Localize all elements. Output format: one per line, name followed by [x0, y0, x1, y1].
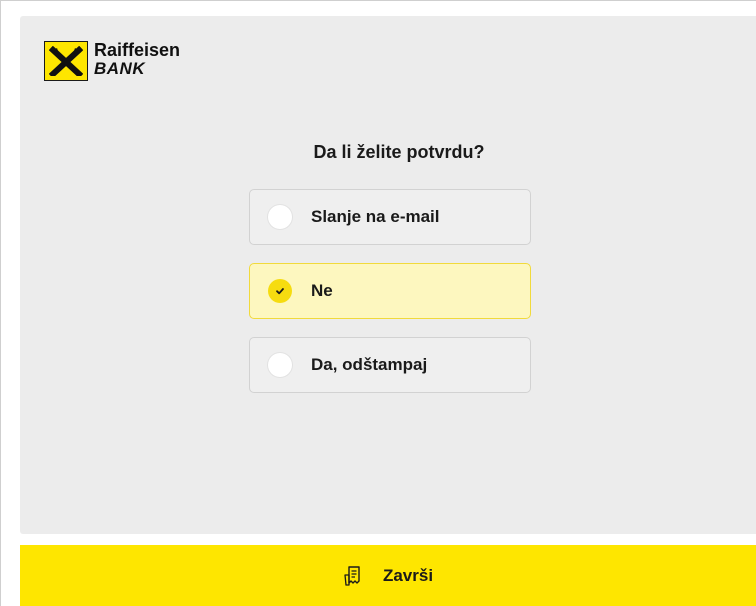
option-label: Slanje na e-mail — [311, 207, 440, 226]
option-no[interactable]: Ne — [249, 263, 531, 319]
radio-unchecked-icon — [268, 205, 292, 229]
option-label: Ne — [311, 281, 333, 300]
finish-button-label: Završi — [382, 565, 434, 585]
logo-name-line1: Raiffeisen — [94, 40, 181, 60]
option-email[interactable]: Slanje na e-mail — [249, 189, 531, 245]
receipt-icon — [343, 564, 365, 588]
option-print[interactable]: Da, odštampaj — [249, 337, 531, 393]
raiffeisen-horse-heads-icon — [44, 41, 88, 81]
main-panel: Raiffeisen BANK Da li želite potvrdu? Sl… — [20, 16, 756, 534]
confirmation-question: Da li želite potvrdu? — [313, 142, 485, 162]
radio-checked-icon — [268, 279, 292, 303]
finish-button[interactable]: Završi — [20, 545, 756, 606]
radio-unchecked-icon — [268, 353, 292, 377]
raiffeisen-logo: Raiffeisen BANK — [44, 41, 180, 81]
logo-name-line2: BANK — [94, 59, 146, 78]
option-label: Da, odštampaj — [311, 355, 428, 374]
